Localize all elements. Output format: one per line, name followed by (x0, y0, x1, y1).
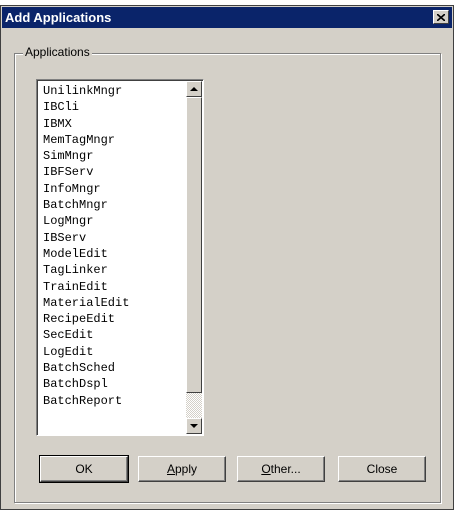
list-item[interactable]: IBFServ (43, 164, 129, 180)
list-item[interactable]: IBServ (43, 230, 129, 246)
list-item[interactable]: LogMngr (43, 213, 129, 229)
scroll-down-button[interactable] (186, 418, 202, 434)
apply-mnemonic: A (166, 462, 175, 476)
list-item[interactable]: RecipeEdit (43, 311, 129, 327)
scroll-thumb[interactable] (186, 97, 202, 393)
applications-group-label: Applications (23, 45, 92, 59)
close-button-label: Close (366, 462, 398, 476)
list-item[interactable]: UnilinkMngr (43, 83, 129, 99)
vertical-scrollbar[interactable] (186, 81, 202, 434)
apply-button[interactable]: Apply (138, 456, 226, 482)
list-item[interactable]: IBCli (43, 99, 129, 115)
other-label-rest: ther... (270, 462, 301, 476)
list-item[interactable]: BatchDspl (43, 376, 129, 392)
scroll-up-button[interactable] (186, 81, 202, 97)
list-item[interactable]: MemTagMngr (43, 132, 129, 148)
other-button[interactable]: Other... (237, 456, 325, 482)
list-item[interactable]: SimMngr (43, 148, 129, 164)
window-title: Add Applications (5, 10, 112, 25)
ok-button[interactable]: OK (39, 455, 129, 483)
applications-listbox[interactable]: UnilinkMngr IBCli IBMX MemTagMngr SimMng… (36, 79, 204, 436)
list-item[interactable]: IBMX (43, 116, 129, 132)
close-icon (437, 13, 445, 21)
list-item[interactable]: MaterialEdit (43, 295, 129, 311)
list-item[interactable]: LogEdit (43, 344, 129, 360)
list-item[interactable]: SecEdit (43, 327, 129, 343)
arrow-up-icon (190, 87, 198, 91)
close-button[interactable]: Close (338, 456, 426, 482)
applications-list: UnilinkMngr IBCli IBMX MemTagMngr SimMng… (43, 83, 129, 409)
other-mnemonic: O (261, 462, 271, 476)
other-button-label: Other... (261, 462, 300, 476)
title-close-button[interactable] (433, 10, 449, 24)
apply-label-rest: pply (175, 462, 198, 476)
list-item[interactable]: InfoMngr (43, 181, 129, 197)
title-bar[interactable]: Add Applications (2, 7, 452, 28)
arrow-down-icon (190, 424, 198, 428)
list-item[interactable]: BatchReport (43, 393, 129, 409)
ok-button-label: OK (75, 462, 93, 476)
list-item[interactable]: BatchMngr (43, 197, 129, 213)
apply-button-label: Apply (167, 462, 197, 476)
list-item[interactable]: TrainEdit (43, 279, 129, 295)
list-item[interactable]: BatchSched (43, 360, 129, 376)
list-item[interactable]: ModelEdit (43, 246, 129, 262)
list-item[interactable]: TagLinker (43, 262, 129, 278)
